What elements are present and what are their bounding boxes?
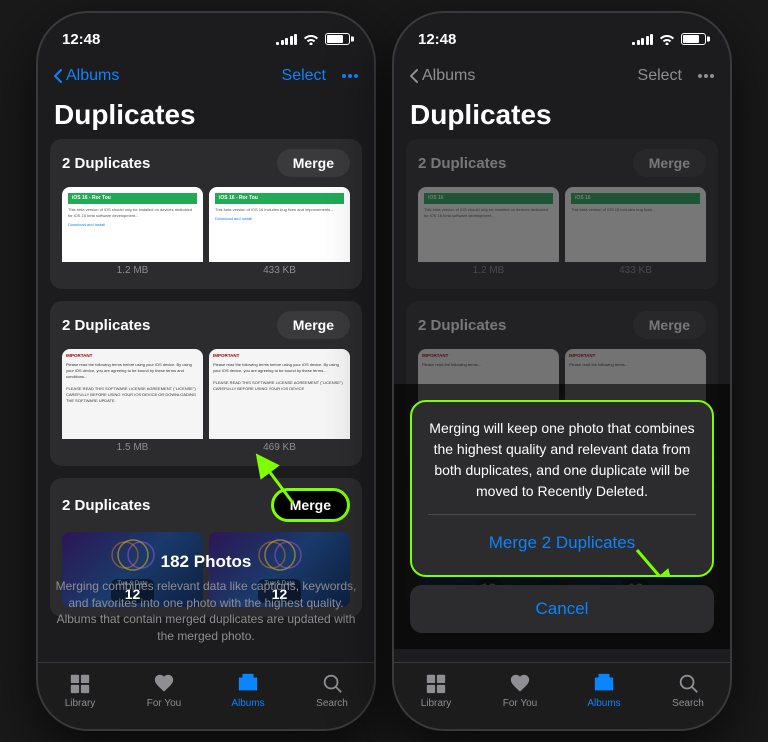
back-button-left[interactable]: Albums <box>54 67 119 85</box>
wifi-icon <box>303 33 319 45</box>
dup-label-2: 2 Duplicates <box>62 317 150 334</box>
battery-icon <box>325 33 350 45</box>
wifi-icon-right <box>659 33 675 45</box>
dup-label-3: 2 Duplicates <box>62 497 150 514</box>
tab-for-you-label: For You <box>147 698 181 709</box>
left-phone: 12:48 Albums <box>36 11 376 731</box>
merge-button-2[interactable]: Merge <box>277 311 350 339</box>
tab-search[interactable]: Search <box>290 671 374 709</box>
tab-for-you[interactable]: For You <box>122 671 206 709</box>
tab-library-label-right: Library <box>421 698 452 709</box>
tab-search-label-right: Search <box>672 698 704 709</box>
tab-library[interactable]: Library <box>38 671 122 709</box>
nav-bar-left: Albums Select <box>38 57 374 95</box>
dup-group-1: 2 Duplicates Merge iOS 16 - Ror Tou This… <box>50 139 362 289</box>
merge-confirm-button[interactable]: Merge 2 Duplicates <box>428 527 696 559</box>
modal-overlay: Merging will keep one photo that combine… <box>394 384 730 649</box>
merge-button-1[interactable]: Merge <box>277 149 350 177</box>
back-button-right[interactable]: Albums <box>410 67 475 85</box>
photo-1b: iOS 16 - Ror Tou This beta version of iO… <box>209 187 350 279</box>
cancel-button[interactable]: Cancel <box>410 585 714 633</box>
select-button-right[interactable]: Select <box>638 67 682 85</box>
bottom-info-left: 182 Photos Merging combines relevant dat… <box>38 548 374 649</box>
photo-size-2b: 469 KB <box>209 439 350 456</box>
tab-bar-right: Library For You Albums Search <box>394 662 730 729</box>
modal-message: Merging will keep one photo that combine… <box>428 418 696 502</box>
tab-library-right[interactable]: Library <box>394 671 478 709</box>
tab-for-you-right[interactable]: For You <box>478 671 562 709</box>
status-bar-right: 12:48 <box>394 13 730 57</box>
photo-2b: IMPORTANT Please read the following term… <box>209 349 350 456</box>
time-right: 12:48 <box>418 31 456 48</box>
tab-albums-label-right: Albums <box>587 698 620 709</box>
page-title-right: Duplicates <box>394 95 730 139</box>
tab-library-label: Library <box>65 698 96 709</box>
signal-icon <box>276 34 297 45</box>
more-button-left[interactable] <box>342 74 358 78</box>
merge-button-3-highlight[interactable]: Merge <box>271 488 350 522</box>
merge-confirmation-card: Merging will keep one photo that combine… <box>410 400 714 577</box>
more-button-right[interactable] <box>698 74 714 78</box>
signal-icon-right <box>632 34 653 45</box>
status-icons-right <box>632 33 706 45</box>
nav-actions-right: Select <box>638 67 714 85</box>
nav-actions-left: Select <box>282 67 358 85</box>
status-icons-left <box>276 33 350 45</box>
photo-size-1b: 433 KB <box>209 262 350 279</box>
tab-bar-left: Library For You Albums Search <box>38 662 374 729</box>
dup-photos-2: IMPORTANT Please read the following term… <box>50 349 362 466</box>
tab-albums[interactable]: Albums <box>206 671 290 709</box>
battery-icon-right <box>681 33 706 45</box>
right-phone: 12:48 Albums <box>392 11 732 731</box>
photo-size-2a: 1.5 MB <box>62 439 203 456</box>
dup-group-2: 2 Duplicates Merge IMPORTANT Please read… <box>50 301 362 466</box>
tab-search-label: Search <box>316 698 348 709</box>
nav-bar-right: Albums Select <box>394 57 730 95</box>
dup-photos-1: iOS 16 - Ror Tou This beta version of iO… <box>50 187 362 289</box>
time-left: 12:48 <box>62 31 100 48</box>
status-bar-left: 12:48 <box>38 13 374 57</box>
page-title-left: Duplicates <box>38 95 374 139</box>
dup-group-r1: 2 Duplicates Merge iOS 16 This beta vers… <box>406 139 718 289</box>
tab-for-you-label-right: For You <box>503 698 537 709</box>
tab-albums-right[interactable]: Albums <box>562 671 646 709</box>
tab-albums-label: Albums <box>231 698 264 709</box>
photo-2a: IMPORTANT Please read the following term… <box>62 349 203 456</box>
dup-label-1: 2 Duplicates <box>62 155 150 172</box>
photo-count: 182 Photos <box>54 552 358 572</box>
photo-1a: iOS 16 - Ror Tou This beta version of iO… <box>62 187 203 279</box>
footer-description: Merging combines relevant data like capt… <box>54 578 358 645</box>
photo-size-1a: 1.2 MB <box>62 262 203 279</box>
select-button-left[interactable]: Select <box>282 67 326 85</box>
tab-search-right[interactable]: Search <box>646 671 730 709</box>
